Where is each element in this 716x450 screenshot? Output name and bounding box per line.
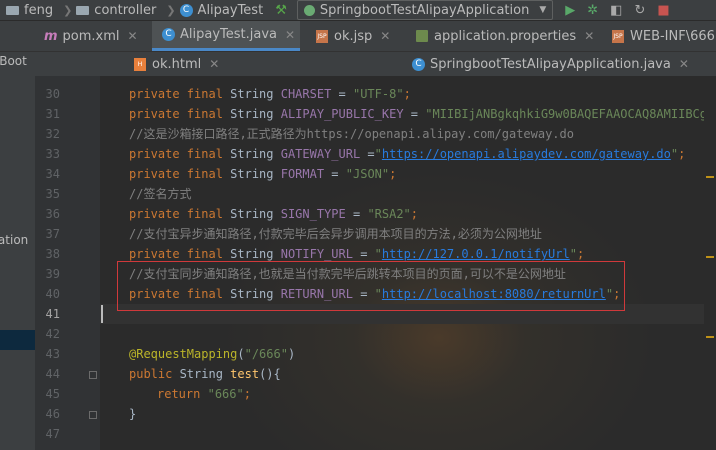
close-icon[interactable]: ✕	[128, 29, 138, 43]
line-number: 43	[45, 347, 60, 361]
code-line-35: //签名方式	[129, 187, 192, 201]
line-number: 47	[45, 427, 60, 441]
line-number: 37	[45, 227, 60, 241]
line-number: 38	[45, 247, 60, 261]
highlight-annotation-box	[117, 261, 625, 311]
chevron-right-icon: ❯	[63, 3, 73, 17]
line-number: 46	[45, 407, 60, 421]
tab-ok-html[interactable]: Hok.html ✕	[134, 52, 219, 76]
text-caret	[101, 305, 103, 323]
line-number-gutter: 30 31 32 33 34 35 36 37 38 39 40 41 42 4…	[35, 76, 100, 450]
maven-icon: m	[44, 28, 58, 44]
tab-springboottestalipayapplication-java[interactable]: C SpringbootTestAlipayApplication.java ✕	[412, 52, 689, 76]
code-line-36: private final String SIGN_TYPE = "RSA2";	[129, 207, 419, 221]
code-line-32: //这是沙箱接口路径,正式路径为https://openapi.alipay.c…	[129, 127, 574, 141]
line-number: 36	[45, 207, 60, 221]
warning-marker[interactable]	[706, 176, 714, 178]
code-line-33: private final String GATEWAY_URL ="https…	[129, 147, 686, 161]
project-panel: ngBoot ication	[0, 52, 35, 450]
editor-scrollbar[interactable]	[704, 76, 716, 450]
navigation-bar: feng ❯ controller ❯ C AlipayTest ⚒ Springbo…	[0, 0, 716, 21]
fold-marker-icon[interactable]	[89, 411, 97, 419]
debug-icon[interactable]: ✲	[587, 3, 598, 18]
close-icon[interactable]: ✕	[209, 57, 219, 71]
code-line-43: @RequestMapping("/666")	[129, 347, 296, 361]
warning-marker[interactable]	[706, 336, 714, 338]
class-icon: C	[179, 3, 193, 17]
tab-ok-jsp[interactable]: JSP ok.jsp ✕	[316, 21, 390, 51]
properties-file-icon	[416, 30, 428, 42]
breadcrumb-project[interactable]: feng	[6, 3, 53, 18]
run-icon[interactable]: ▶	[565, 3, 575, 18]
folder-icon	[6, 5, 19, 15]
line-number: 35	[45, 187, 60, 201]
tab-pom-xml[interactable]: m pom.xml ✕	[44, 21, 138, 51]
build-hammer-icon[interactable]: ⚒	[275, 3, 287, 18]
line-number: 40	[45, 287, 60, 301]
line-number: 33	[45, 147, 60, 161]
line-number: 42	[45, 327, 60, 341]
chevron-right-icon: ❯	[166, 3, 176, 17]
code-line-34: private final String FORMAT = "JSON";	[129, 167, 397, 181]
coverage-icon[interactable]: ◧	[610, 3, 622, 18]
editor-tabs-row-2: Hok.html ✕ C SpringbootTestAlipayApplicati…	[0, 52, 716, 77]
code-line-37: //支付宝异步通知路径,付款完毕后会异步调用本项目的方法,必须为公网地址	[129, 227, 542, 241]
stop-icon[interactable]: ■	[657, 3, 669, 18]
html-file-icon: H	[134, 57, 146, 71]
code-line-30: private final String CHARSET = "UTF-8";	[129, 87, 411, 101]
editor-tabs-row-1: m pom.xml ✕ C AlipayTest.java ✕ JSP ok.jsp ✕ a…	[0, 21, 716, 52]
line-number: 39	[45, 267, 60, 281]
chevron-down-icon: ▼	[539, 5, 547, 15]
jsp-file-icon: JSP	[316, 29, 328, 43]
selected-tree-row[interactable]	[0, 330, 35, 350]
breadcrumb-package[interactable]: ❯ controller	[59, 3, 156, 18]
code-line-45: return "666";	[157, 387, 251, 401]
line-number: 45	[45, 387, 60, 401]
close-icon[interactable]: ✕	[584, 29, 594, 43]
spring-boot-icon	[303, 4, 315, 16]
folder-icon	[76, 5, 90, 15]
tab-application-properties[interactable]: application.properties ✕	[416, 21, 594, 51]
line-number: 44	[45, 367, 60, 381]
jsp-file-icon: JSP	[612, 29, 624, 43]
profile-icon[interactable]: ↻	[634, 3, 645, 18]
line-number-current: 41	[45, 307, 60, 321]
url-link[interactable]: https://openapi.alipaydev.com/gateway.do	[382, 147, 671, 161]
line-number: 34	[45, 167, 60, 181]
project-tree-item[interactable]: ication	[0, 233, 28, 247]
code-line-31: private final String ALIPAY_PUBLIC_KEY =…	[129, 107, 716, 121]
url-link[interactable]: http://127.0.0.1/notifyUrl	[382, 247, 570, 261]
close-icon[interactable]: ✕	[285, 28, 295, 42]
fold-marker-icon[interactable]	[89, 371, 97, 379]
line-number: 30	[45, 87, 60, 101]
line-number: 31	[45, 107, 60, 121]
close-icon[interactable]: ✕	[679, 57, 689, 71]
class-icon: C	[412, 57, 425, 71]
line-number: 32	[45, 127, 60, 141]
close-icon[interactable]: ✕	[380, 29, 390, 43]
tab-web-inf-666[interactable]: JSP WEB-INF\666.j	[612, 21, 716, 51]
warning-marker[interactable]	[706, 256, 714, 258]
tab-alipaytest-java[interactable]: C AlipayTest.java ✕	[152, 21, 300, 51]
class-icon: C	[162, 28, 175, 41]
project-tree-item[interactable]: ngBoot	[0, 54, 27, 68]
run-configuration-select[interactable]: SpringbootTestAlipayApplication ▼	[296, 0, 554, 20]
code-line-44: public String test(){	[129, 367, 281, 381]
code-line-46: }	[129, 407, 137, 421]
code-editor[interactable]: private final String CHARSET = "UTF-8"; …	[100, 76, 716, 450]
breadcrumb-file[interactable]: ❯ C AlipayTest	[162, 3, 263, 18]
